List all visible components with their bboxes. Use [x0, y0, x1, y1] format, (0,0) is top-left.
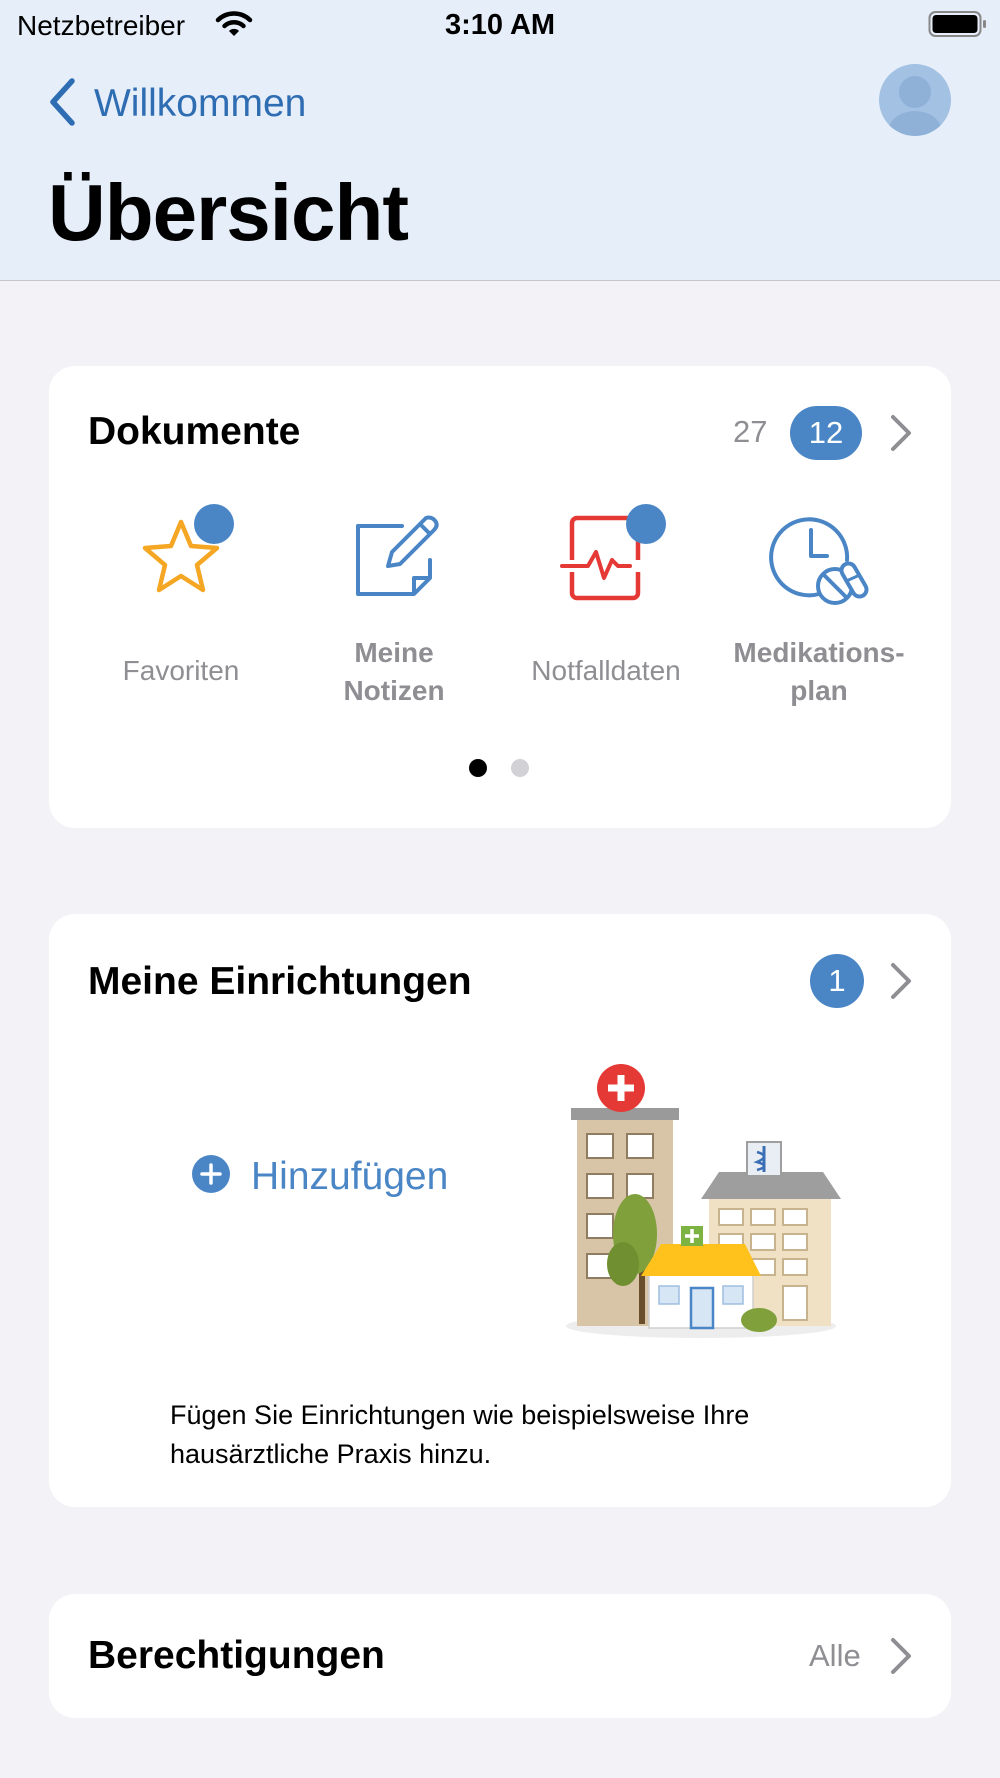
page-indicator-dot[interactable] — [511, 759, 529, 777]
person-avatar-icon — [887, 76, 943, 136]
dokumente-badge: 12 — [790, 406, 862, 460]
einrichtungen-description: Fügen Sie Einrichtungen wie beispielswei… — [170, 1400, 750, 1469]
tile-label-line: Notizen — [343, 675, 445, 706]
navigation-header: Netzbetreiber 3:10 AM Willkommen Übersic… — [0, 0, 1000, 281]
plus-circle-icon — [191, 1154, 231, 1199]
medication-plan-icon — [769, 508, 869, 608]
einrichtungen-badge: 1 — [810, 954, 864, 1008]
einrichtungen-title: Meine Einrichtungen — [88, 960, 472, 1003]
page-title: Übersicht — [48, 168, 409, 257]
back-label: Willkommen — [94, 82, 307, 125]
berechtigungen-filter-label: Alle — [809, 1638, 861, 1673]
healthcare-facilities-illustration — [561, 1064, 851, 1349]
dokumente-count: 27 — [733, 414, 768, 449]
add-facility-button[interactable]: Hinzufügen — [191, 1154, 448, 1199]
tile-label: Notfalldaten — [531, 655, 681, 686]
tile-label-line: Meine — [354, 637, 434, 668]
tile-label: Meine Notizen — [284, 634, 504, 710]
status-bar: Netzbetreiber 3:10 AM — [0, 0, 1000, 52]
new-items-dot-badge — [626, 504, 666, 544]
chevron-right-icon[interactable] — [889, 1636, 913, 1681]
chevron-left-icon — [48, 77, 76, 131]
chevron-right-icon[interactable] — [889, 961, 913, 1006]
berechtigungen-title: Berechtigungen — [88, 1634, 385, 1677]
tile-label-line: Medikations- — [733, 637, 905, 668]
dokumente-title: Dokumente — [88, 410, 301, 453]
profile-avatar-button[interactable] — [879, 64, 951, 136]
add-facility-label: Hinzufügen — [251, 1154, 449, 1198]
einrichtungen-card: Meine Einrichtungen 1 Hinzufügen Fügen S… — [49, 914, 951, 1507]
tile-label: Medikations- plan — [709, 634, 929, 710]
dokumente-card: Dokumente 27 12 Favoriten Meine Notizen — [49, 366, 951, 828]
chevron-right-icon[interactable] — [889, 413, 913, 458]
page-indicator-dot-active[interactable] — [469, 759, 487, 777]
tile-label-line: plan — [790, 675, 848, 706]
note-edit-icon — [344, 508, 444, 608]
new-items-dot-badge — [194, 504, 234, 544]
back-button[interactable]: Willkommen — [48, 76, 306, 132]
berechtigungen-card[interactable]: Berechtigungen Alle — [49, 1594, 951, 1718]
battery-icon — [928, 9, 988, 44]
status-time: 3:10 AM — [444, 9, 556, 41]
tile-label: Favoriten — [122, 655, 240, 686]
